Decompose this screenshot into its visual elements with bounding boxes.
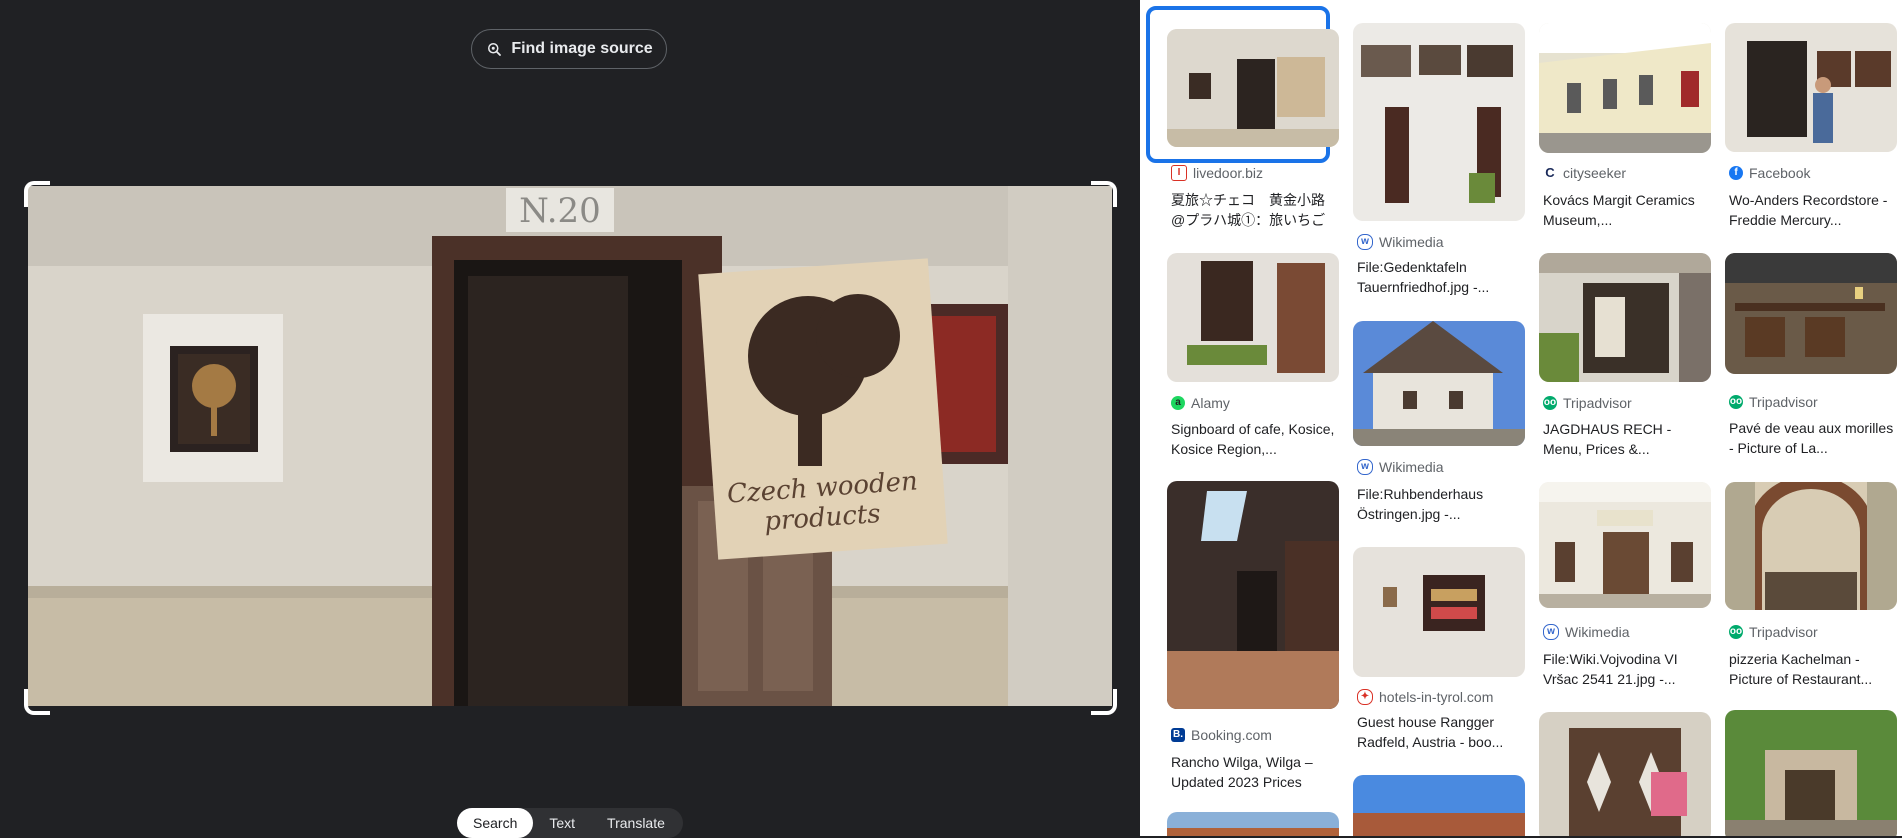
livedoor-icon: I — [1171, 165, 1187, 181]
booking-icon: B. — [1171, 728, 1185, 742]
cityseeker-icon: C — [1543, 166, 1557, 180]
result-source-label: Tripadvisor — [1749, 624, 1818, 640]
query-image[interactable]: N.20 Czech wooden products — [28, 186, 1112, 706]
tripadvisor-icon: oo — [1729, 395, 1743, 409]
result-thumbnail — [1725, 710, 1897, 836]
result-thumbnail — [1353, 23, 1525, 221]
result-source-label: Wikimedia — [1379, 459, 1444, 475]
result-source-label: livedoor.biz — [1193, 165, 1264, 181]
result-source: f Facebook — [1729, 165, 1810, 181]
result-source: Ilivedoor.biz — [1171, 165, 1263, 181]
result-title[interactable]: File:Ruhbenderhaus Östringen.jpg -... — [1357, 484, 1525, 524]
result-source: w Wikimedia — [1357, 459, 1444, 475]
result-thumbnail — [1539, 482, 1711, 608]
result-source: ✦ hotels-in-tyrol.com — [1357, 689, 1493, 705]
result-source-label: Tripadvisor — [1563, 395, 1632, 411]
result-thumbnail — [1725, 23, 1897, 152]
result-title[interactable]: Wo-Anders Recordstore - Freddie Mercury.… — [1729, 190, 1897, 230]
crop-handle-bottom-right[interactable] — [1091, 689, 1117, 715]
result-title[interactable]: 夏旅☆チェコ 黄金小路 @プラハ城①：旅いちご — [1171, 190, 1339, 230]
shop-front-photo: N.20 Czech wooden products — [28, 186, 1112, 706]
result-title[interactable]: Pavé de veau aux morilles - Picture of L… — [1729, 418, 1897, 458]
lens-search-icon — [488, 43, 502, 56]
find-image-source-button[interactable]: Find image source — [471, 29, 667, 69]
wikimedia-icon: w — [1543, 624, 1559, 640]
result-source: B. Booking.com — [1171, 727, 1272, 743]
result-title[interactable]: Signboard of cafe, Kosice, Kosice Region… — [1171, 419, 1339, 459]
wikimedia-icon: w — [1357, 234, 1373, 250]
result-thumbnail — [1353, 321, 1525, 446]
tab-translate[interactable]: Translate — [591, 808, 681, 838]
result-thumbnail — [1539, 253, 1711, 382]
hotels-in-tyrol-icon: ✦ — [1357, 689, 1373, 705]
result-source: oo Tripadvisor — [1729, 394, 1818, 410]
result-source-label: Booking.com — [1191, 727, 1272, 743]
result-thumbnail — [1353, 547, 1525, 677]
result-thumbnail — [1539, 23, 1711, 153]
result-source: Ccityseeker — [1543, 165, 1626, 181]
alamy-icon: a — [1171, 396, 1185, 410]
result-source: w Wikimedia — [1543, 624, 1630, 640]
house-number: N.20 — [519, 191, 601, 231]
result-source-label: hotels-in-tyrol.com — [1379, 689, 1494, 705]
result-title[interactable]: Rancho Wilga, Wilga – Updated 2023 Price… — [1171, 752, 1339, 792]
result-source: oo Tripadvisor — [1729, 624, 1818, 640]
result-thumbnail — [1353, 775, 1525, 836]
visual-matches-panel: Ilivedoor.biz 夏旅☆チェコ 黄金小路 @プラハ城①：旅いちご aA… — [1140, 0, 1902, 836]
result-title[interactable]: pizzeria Kachelman - Picture of Restaura… — [1729, 649, 1897, 689]
tripadvisor-icon: oo — [1543, 396, 1557, 410]
wikimedia-icon: w — [1357, 459, 1373, 475]
lens-image-panel: Find image source N.20 Czech wooden prod… — [0, 0, 1140, 838]
result-thumbnail — [1167, 253, 1339, 382]
result-source-label: Alamy — [1191, 395, 1230, 411]
lens-mode-tabs: Search Text Translate — [457, 808, 683, 838]
result-source: oo Tripadvisor — [1543, 395, 1632, 411]
result-thumbnail — [1725, 482, 1897, 610]
result-source: w Wikimedia — [1357, 234, 1444, 250]
result-source-label: Facebook — [1749, 165, 1811, 181]
facebook-icon: f — [1729, 166, 1743, 180]
crop-handle-top-left[interactable] — [24, 181, 50, 207]
result-thumbnail — [1167, 812, 1339, 836]
result-thumbnail — [1725, 253, 1897, 374]
result-title[interactable]: Guest house Rangger Radfeld, Austria - b… — [1357, 712, 1525, 752]
result-thumbnail — [1539, 712, 1711, 836]
result-source-label: Wikimedia — [1379, 234, 1444, 250]
result-source: a Alamy — [1171, 395, 1230, 411]
tab-text[interactable]: Text — [533, 808, 591, 838]
result-thumbnail — [1167, 29, 1339, 147]
tab-search[interactable]: Search — [457, 808, 534, 838]
result-source-label: cityseeker — [1563, 165, 1627, 181]
find-image-source-label: Find image source — [511, 40, 653, 57]
result-title[interactable]: File:Gedenktafeln Tauernfriedhof.jpg -..… — [1357, 257, 1525, 297]
result-title[interactable]: File:Wiki.Vojvodina VI Vršac 2541 21.jpg… — [1543, 649, 1711, 689]
result-thumbnail — [1167, 481, 1339, 709]
result-title[interactable]: JAGDHAUS RECH - Menu, Prices &... — [1543, 419, 1711, 459]
result-title[interactable]: Kovács Margit Ceramics Museum,... — [1543, 190, 1711, 230]
result-source-label: Wikimedia — [1565, 624, 1630, 640]
tripadvisor-icon: oo — [1729, 625, 1743, 639]
crop-handle-bottom-left[interactable] — [24, 689, 50, 715]
crop-handle-top-right[interactable] — [1091, 181, 1117, 207]
result-source-label: Tripadvisor — [1749, 394, 1818, 410]
